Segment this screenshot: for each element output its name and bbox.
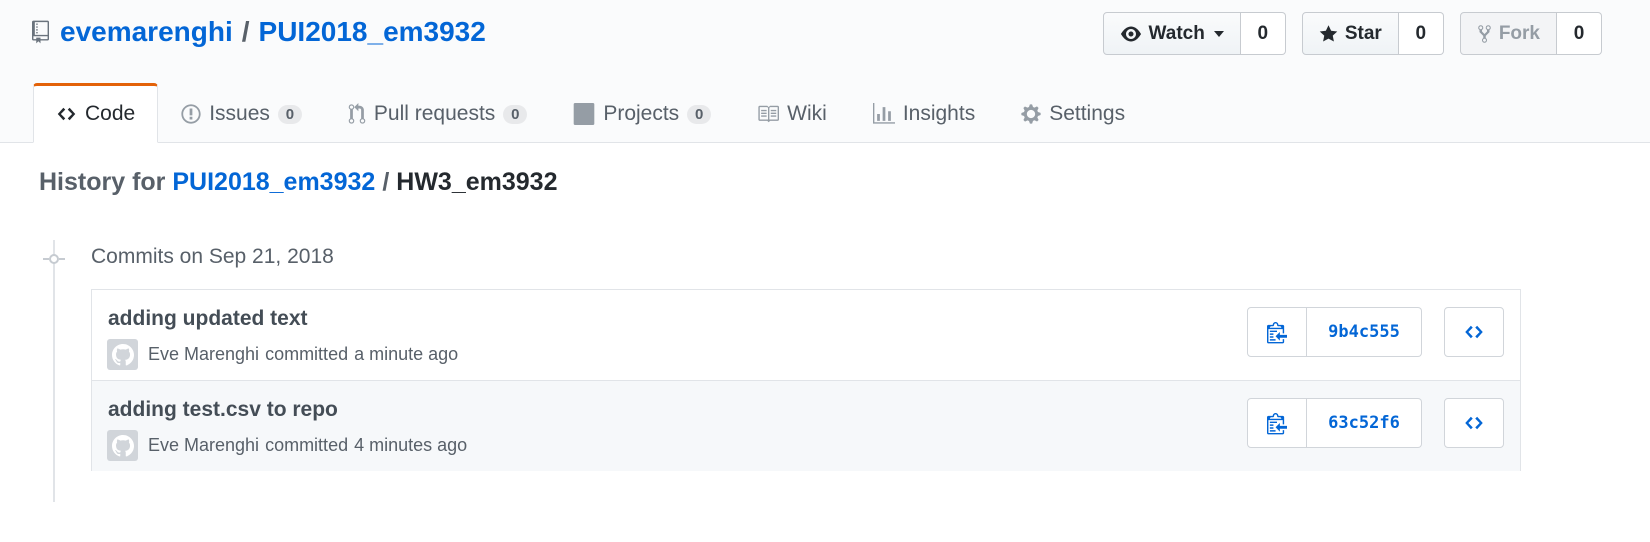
tab-insights[interactable]: Insights — [850, 83, 998, 143]
history-path: HW3_em3932 — [396, 168, 558, 196]
tab-code[interactable]: Code — [33, 83, 159, 143]
browse-tree-button[interactable] — [1444, 398, 1504, 448]
tab-code-label: Code — [85, 102, 136, 125]
tab-projects-label: Projects — [603, 102, 680, 125]
fork-count[interactable]: 0 — [1557, 12, 1602, 55]
star-icon — [1319, 24, 1338, 41]
tab-issues-label: Issues — [209, 102, 270, 125]
commit-meta: Eve Marenghi committed 4 minutes ago — [107, 430, 467, 461]
star-button[interactable]: Star — [1301, 12, 1399, 55]
repo-title: evemarenghi / PUI2018_em3932 — [32, 14, 486, 50]
tab-settings-label: Settings — [1049, 102, 1126, 125]
git-commit-icon — [43, 254, 65, 264]
commit-time: 4 minutes ago — [354, 435, 468, 455]
issues-counter: 0 — [277, 104, 302, 124]
copy-sha-button[interactable] — [1247, 398, 1307, 448]
repo-name-link[interactable]: PUI2018_em3932 — [259, 14, 486, 50]
commit-verb: committed — [265, 435, 349, 455]
github-avatar-icon — [111, 434, 134, 456]
history-repo-link[interactable]: PUI2018_em3932 — [172, 168, 375, 196]
github-avatar-icon — [111, 343, 134, 365]
history-separator: / — [382, 168, 390, 196]
issue-icon — [181, 104, 201, 124]
pull-requests-counter: 0 — [503, 104, 528, 124]
commit-message-link[interactable]: adding updated text — [108, 307, 308, 331]
commit-actions: 9b4c555 — [1247, 307, 1504, 357]
clippy-icon — [1267, 322, 1287, 344]
tab-pull-requests-label: Pull requests — [373, 102, 496, 125]
tab-insights-label: Insights — [902, 102, 976, 125]
commit-group-title: Commits on Sep 21, 2018 — [91, 245, 334, 268]
repo-header: evemarenghi / PUI2018_em3932 Watch 0 Sta… — [0, 0, 1650, 143]
watch-count[interactable]: 0 — [1240, 12, 1286, 55]
commit-sha-link[interactable]: 9b4c555 — [1307, 307, 1422, 357]
fork-icon — [1478, 24, 1491, 43]
browse-tree-button[interactable] — [1444, 307, 1504, 357]
projects-counter: 0 — [687, 104, 712, 124]
fork-button[interactable]: Fork — [1459, 12, 1557, 55]
caret-down-icon — [1213, 30, 1224, 37]
commit-message-link[interactable]: adding test.csv to repo — [108, 398, 338, 422]
star-label: Star — [1344, 22, 1382, 44]
tab-projects[interactable]: Projects 0 — [550, 83, 734, 143]
repo-path-separator: / — [241, 16, 250, 47]
commit-author[interactable]: Eve Marenghi — [148, 344, 259, 365]
watch-group: Watch 0 — [1102, 12, 1286, 55]
timeline-line — [53, 240, 55, 502]
copy-sha-button[interactable] — [1247, 307, 1307, 357]
repo-owner-link[interactable]: evemarenghi — [60, 14, 233, 50]
book-icon — [758, 105, 780, 123]
repo-icon — [32, 17, 54, 47]
commit-sha-link[interactable]: 63c52f6 — [1307, 398, 1422, 448]
sha-group: 63c52f6 — [1247, 398, 1422, 448]
code-icon — [1465, 416, 1483, 430]
watch-button[interactable]: Watch — [1102, 12, 1241, 55]
commit-row: adding updated text Eve Marenghi committ… — [92, 290, 1520, 381]
clippy-icon — [1267, 413, 1287, 435]
repo-nav: Code Issues 0 Pull requests 0 Projects 0… — [33, 83, 1148, 143]
commit-author[interactable]: Eve Marenghi — [148, 435, 259, 456]
code-icon — [57, 107, 76, 121]
pagehead-actions: Watch 0 Star 0 Fork 0 — [1102, 12, 1602, 55]
commit-actions: 63c52f6 — [1247, 398, 1504, 448]
commit-meta: Eve Marenghi committed a minute ago — [107, 339, 458, 370]
star-group: Star 0 — [1301, 12, 1444, 55]
tab-wiki[interactable]: Wiki — [734, 83, 850, 143]
star-count[interactable]: 0 — [1398, 12, 1444, 55]
eye-icon — [1120, 26, 1141, 41]
tab-issues[interactable]: Issues 0 — [158, 83, 325, 143]
commit-row: adding test.csv to repo Eve Marenghi com… — [92, 381, 1520, 471]
sha-group: 9b4c555 — [1247, 307, 1422, 357]
commit-list: adding updated text Eve Marenghi committ… — [91, 289, 1521, 471]
project-icon — [574, 103, 595, 125]
tab-settings[interactable]: Settings — [998, 83, 1148, 143]
tab-pull-requests[interactable]: Pull requests 0 — [325, 83, 550, 143]
avatar[interactable] — [107, 430, 138, 461]
commit-time: a minute ago — [354, 344, 459, 364]
pull-request-icon — [348, 103, 366, 124]
history-prefix: History for — [39, 168, 166, 196]
code-icon — [1465, 325, 1483, 339]
history-title: History for PUI2018_em3932/HW3_em3932 — [39, 168, 557, 197]
avatar[interactable] — [107, 339, 138, 370]
watch-label: Watch — [1148, 22, 1205, 44]
graph-icon — [872, 103, 895, 124]
fork-group: Fork 0 — [1459, 12, 1602, 55]
gear-icon — [1021, 104, 1041, 124]
tab-wiki-label: Wiki — [787, 102, 827, 125]
commit-verb: committed — [265, 344, 349, 364]
fork-label: Fork — [1498, 22, 1540, 44]
